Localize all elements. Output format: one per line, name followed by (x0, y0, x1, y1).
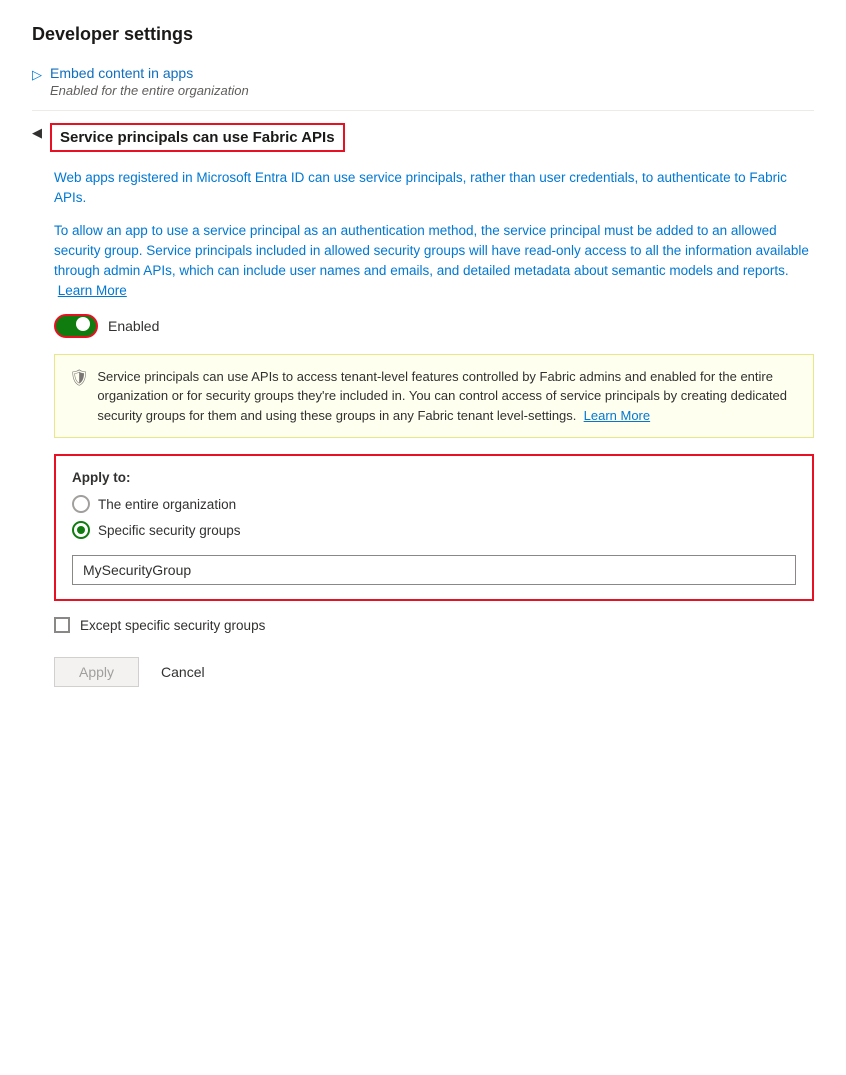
radio-specific-groups-label: Specific security groups (98, 523, 241, 538)
embed-content-subtitle: Enabled for the entire organization (50, 83, 249, 98)
enabled-toggle[interactable] (54, 314, 98, 338)
toggle-thumb (76, 317, 90, 331)
shield-icon: 🛡 (69, 368, 89, 388)
except-row: Except specific security groups (54, 617, 814, 633)
service-principals-title[interactable]: Service principals can use Fabric APIs (50, 123, 345, 152)
embed-content-section: ▷ Embed content in apps Enabled for the … (32, 65, 814, 98)
apply-to-label: Apply to: (72, 470, 796, 485)
info-box: 🛡 Service principals can use APIs to acc… (54, 354, 814, 439)
toggle-label: Enabled (108, 318, 159, 334)
apply-button[interactable]: Apply (54, 657, 139, 687)
radio-entire-org[interactable] (72, 495, 90, 513)
info-text-content: Service principals can use APIs to acces… (97, 369, 787, 423)
description-2: To allow an app to use a service princip… (54, 221, 814, 302)
info-learn-more-link[interactable]: Learn More (584, 408, 650, 423)
security-group-input[interactable] (72, 555, 796, 585)
cancel-button[interactable]: Cancel (151, 658, 215, 686)
buttons-row: Apply Cancel (54, 657, 814, 687)
embed-content-title[interactable]: Embed content in apps (50, 65, 249, 81)
section-divider (32, 110, 814, 111)
page-title: Developer settings (32, 24, 814, 45)
apply-to-box: Apply to: The entire organization Specif… (54, 454, 814, 601)
description-1: Web apps registered in Microsoft Entra I… (54, 168, 814, 209)
except-label: Except specific security groups (80, 618, 265, 633)
toggle-row: Enabled (54, 314, 814, 338)
radio-specific-groups[interactable] (72, 521, 90, 539)
radio-entire-org-label: The entire organization (98, 497, 236, 512)
service-principals-section: ◀ Service principals can use Fabric APIs… (32, 123, 814, 687)
description-2-text: To allow an app to use a service princip… (54, 223, 809, 279)
info-box-text: Service principals can use APIs to acces… (97, 367, 799, 426)
embed-expand-arrow[interactable]: ▷ (32, 67, 42, 83)
learn-more-link-1[interactable]: Learn More (58, 283, 127, 298)
collapse-arrow[interactable]: ◀ (32, 125, 42, 141)
except-checkbox[interactable] (54, 617, 70, 633)
expanded-section-header: ◀ Service principals can use Fabric APIs (32, 123, 814, 152)
radio-row-entire-org: The entire organization (72, 495, 796, 513)
radio-row-specific-groups: Specific security groups (72, 521, 796, 539)
